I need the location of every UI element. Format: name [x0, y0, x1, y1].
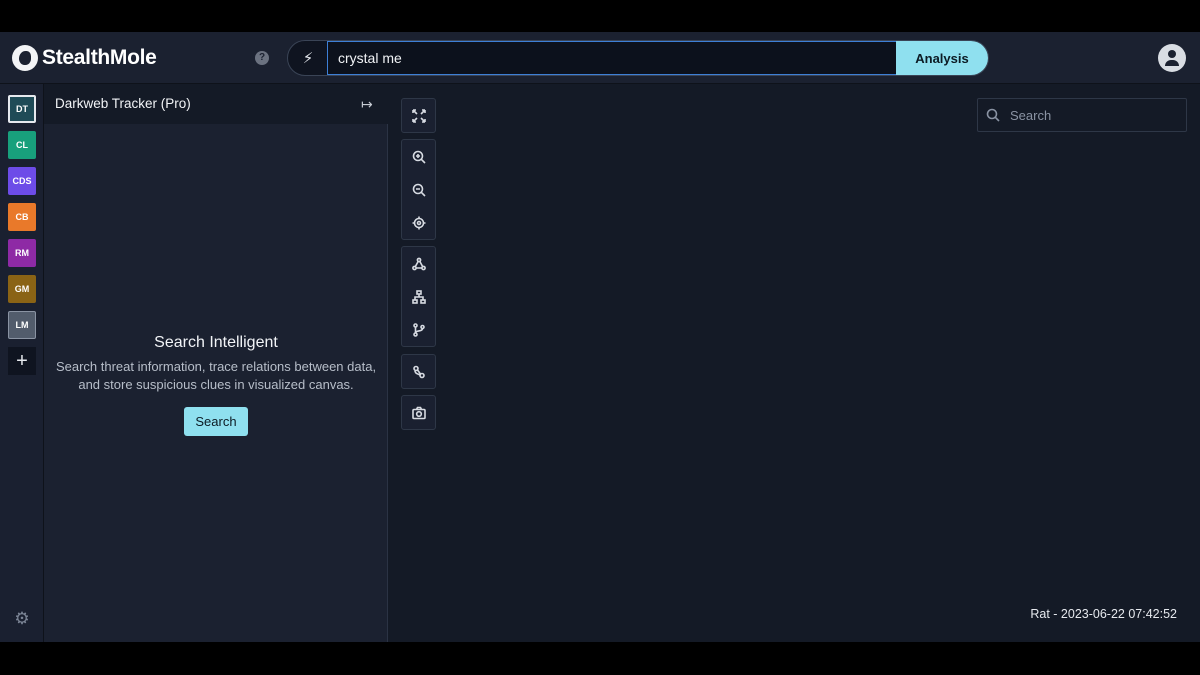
top-header: StealthMole ? ⚡ crystal me Analysis [0, 32, 1200, 84]
module-cb[interactable]: CB [8, 203, 36, 231]
brand-name: StealthMole [42, 46, 157, 69]
graph-canvas[interactable]: Rat - 2023-06-22 07:42:52 [389, 84, 1200, 642]
search-icon [986, 108, 1000, 122]
mole-logo-icon [12, 45, 38, 71]
camera-icon[interactable] [402, 396, 435, 429]
module-rail: DT CL CDS CB RM GM LM + ⚙ [0, 84, 44, 642]
fit-screen-icon[interactable] [402, 99, 435, 132]
network-layout-icon[interactable] [402, 247, 435, 280]
empty-state-title: Search Intelligent [154, 334, 278, 351]
module-cds[interactable]: CDS [8, 167, 36, 195]
branch-layout-icon[interactable] [402, 313, 435, 346]
help-icon[interactable]: ? [255, 51, 269, 65]
collapse-panel-icon[interactable]: ↦ [361, 96, 373, 113]
panel-header: Darkweb Tracker (Pro) ↦ [44, 84, 388, 124]
zoom-toolgroup [401, 139, 436, 240]
zoom-in-icon[interactable] [402, 140, 435, 173]
zoom-out-icon[interactable] [402, 173, 435, 206]
user-avatar-icon[interactable] [1158, 44, 1186, 72]
settings-gear-icon[interactable]: ⚙ [13, 610, 31, 628]
center-target-icon[interactable] [402, 206, 435, 239]
module-gm[interactable]: GM [8, 275, 36, 303]
link-toolgroup [401, 354, 436, 389]
lightning-icon[interactable]: ⚡ [288, 41, 328, 75]
module-rm[interactable]: RM [8, 239, 36, 267]
query-searchbar: ⚡ crystal me Analysis [287, 40, 989, 76]
brand-logo[interactable]: StealthMole [12, 45, 157, 71]
panel-title: Darkweb Tracker (Pro) [55, 96, 191, 111]
status-timestamp: Rat - 2023-06-22 07:42:52 [1030, 607, 1177, 621]
link-icon[interactable] [402, 355, 435, 388]
module-cl[interactable]: CL [8, 131, 36, 159]
app-window: StealthMole ? ⚡ crystal me Analysis DT C… [0, 32, 1200, 642]
hierarchy-layout-icon[interactable] [402, 280, 435, 313]
module-lm[interactable]: LM [8, 311, 36, 339]
view-toolgroup [401, 98, 436, 133]
layout-toolgroup [401, 246, 436, 347]
capture-toolgroup [401, 395, 436, 430]
module-dt[interactable]: DT [8, 95, 36, 123]
empty-state-description: Search threat information, trace relatio… [55, 359, 377, 392]
analysis-button[interactable]: Analysis [896, 41, 988, 75]
query-input[interactable]: crystal me [327, 41, 898, 75]
tracker-panel: Darkweb Tracker (Pro) ↦ Search Intellige… [44, 84, 388, 642]
panel-search-button[interactable]: Search [184, 407, 248, 436]
add-module-button[interactable]: + [8, 347, 36, 375]
canvas-search-input[interactable] [1010, 99, 1180, 131]
canvas-search-box [977, 98, 1187, 132]
